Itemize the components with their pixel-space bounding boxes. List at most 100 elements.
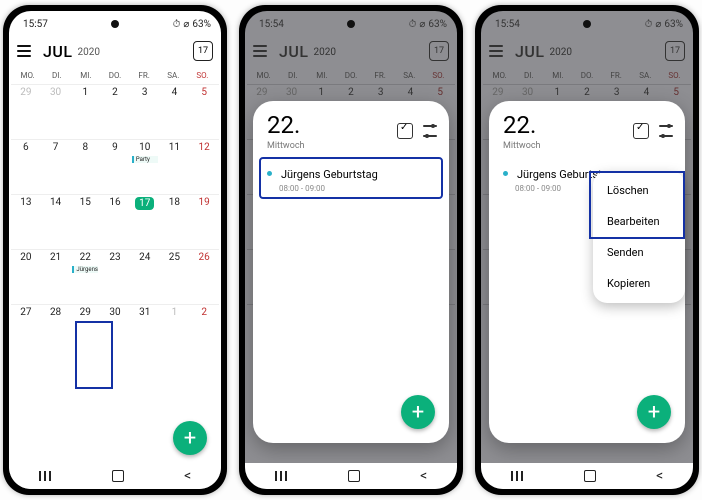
day-cell[interactable]: 8	[70, 139, 100, 194]
day-cell[interactable]: 6	[11, 139, 41, 194]
detail-dow: Mittwoch	[253, 141, 449, 153]
day-cell[interactable]: 14	[41, 194, 71, 249]
detail-day-number: 22.	[503, 111, 536, 139]
day-cell[interactable]: 18	[160, 194, 190, 249]
detail-day-number: 22.	[267, 111, 300, 139]
day-cell[interactable]: 27	[11, 304, 41, 359]
day-cell[interactable]: 1	[70, 84, 100, 139]
day-cell[interactable]: 5	[189, 84, 219, 139]
event-time: 08:00 - 09:00	[279, 184, 435, 193]
recents-icon[interactable]	[511, 471, 525, 481]
day-cell[interactable]: 29	[70, 304, 100, 359]
recents-icon[interactable]	[275, 471, 289, 481]
mute-icon: ⌀	[655, 19, 661, 30]
header-month[interactable]: JUL	[43, 42, 73, 61]
menu-item-senden[interactable]: Senden	[593, 237, 685, 268]
note-icon[interactable]	[397, 123, 413, 139]
menu-item-kopieren[interactable]: Kopieren	[593, 268, 685, 299]
day-cell[interactable]: 10Party	[130, 139, 160, 194]
dow-label: MI.	[543, 71, 572, 80]
day-cell[interactable]: 31	[130, 304, 160, 359]
dow-label: MO.	[13, 71, 42, 80]
context-menu: LöschenBearbeitenSendenKopieren	[593, 171, 685, 303]
camera-hole	[111, 20, 119, 28]
dow-label: SA.	[159, 71, 188, 80]
event-row[interactable]: Jürgens Geburtstag 08:00 - 09:00	[261, 159, 441, 197]
dow-label: FR.	[602, 71, 631, 80]
menu-icon[interactable]	[17, 45, 31, 57]
add-event-fab[interactable]: +	[637, 395, 671, 429]
dow-row: MO.DI.MI.DO.FR.SA.SO.	[245, 65, 457, 84]
camera-hole	[583, 20, 591, 28]
day-cell[interactable]: 11	[160, 139, 190, 194]
event-color-dot	[267, 171, 272, 176]
day-cell[interactable]: 2	[100, 84, 130, 139]
day-cell[interactable]: 21	[41, 249, 71, 304]
day-cell[interactable]: 22Jürgens Ge	[70, 249, 100, 304]
day-detail-card: 22. Mittwoch Jürgens Geburtstag 08:00 - …	[489, 101, 685, 443]
back-icon[interactable]: <	[184, 468, 191, 484]
status-time: 15:54	[495, 19, 520, 30]
day-cell[interactable]: 25	[160, 249, 190, 304]
mute-icon: ⌀	[419, 19, 425, 30]
home-icon[interactable]	[584, 470, 596, 482]
dow-label: DO.	[572, 71, 601, 80]
detail-dow: Mittwoch	[489, 141, 685, 153]
home-icon[interactable]	[348, 470, 360, 482]
camera-hole	[347, 20, 355, 28]
day-cell[interactable]: 1	[160, 304, 190, 359]
header-year: 2020	[314, 45, 336, 58]
dow-label: MO.	[485, 71, 514, 80]
event-chip: Party	[132, 156, 158, 163]
header-month: JUL	[515, 42, 545, 61]
today-icon[interactable]: 17	[429, 41, 449, 61]
day-cell[interactable]: 30	[41, 84, 71, 139]
recents-icon[interactable]	[39, 471, 53, 481]
android-nav: <	[481, 463, 693, 489]
dow-row: MO.DI.MI.DO.FR.SA.SO.	[481, 65, 693, 84]
menu-icon[interactable]	[489, 45, 503, 57]
day-cell[interactable]: 19	[189, 194, 219, 249]
menu-item-löschen[interactable]: Löschen	[593, 175, 685, 206]
settings-icon[interactable]	[659, 125, 673, 137]
day-cell[interactable]: 3	[130, 84, 160, 139]
plus-icon: +	[648, 400, 660, 425]
menu-icon[interactable]	[253, 45, 267, 57]
settings-icon[interactable]	[423, 125, 437, 137]
dow-label: MI.	[71, 71, 100, 80]
back-icon[interactable]: <	[420, 468, 427, 484]
add-event-fab[interactable]: +	[173, 421, 207, 455]
day-cell[interactable]: 26	[189, 249, 219, 304]
menu-item-bearbeiten[interactable]: Bearbeiten	[593, 206, 685, 237]
month-grid[interactable]: 293012345678910Party11121314151617181920…	[9, 84, 221, 359]
day-cell[interactable]: 12	[189, 139, 219, 194]
day-cell[interactable]: 24	[130, 249, 160, 304]
dow-label: SO.	[660, 71, 689, 80]
day-cell[interactable]: 20	[11, 249, 41, 304]
day-cell[interactable]: 15	[70, 194, 100, 249]
note-icon[interactable]	[633, 123, 649, 139]
day-cell[interactable]: 17	[130, 194, 160, 249]
day-cell[interactable]: 13	[11, 194, 41, 249]
day-cell[interactable]: 23	[100, 249, 130, 304]
home-icon[interactable]	[112, 470, 124, 482]
today-icon[interactable]: 17	[193, 41, 213, 61]
day-cell[interactable]: 4	[160, 84, 190, 139]
today-icon[interactable]: 17	[665, 41, 685, 61]
battery-text: 63%	[664, 19, 683, 30]
header-year: 2020	[550, 45, 572, 58]
day-cell[interactable]: 16	[100, 194, 130, 249]
day-cell[interactable]: 7	[41, 139, 71, 194]
day-cell[interactable]: 28	[41, 304, 71, 359]
back-icon[interactable]: <	[656, 468, 663, 484]
day-cell[interactable]: 30	[100, 304, 130, 359]
dow-label: DI.	[42, 71, 71, 80]
day-cell[interactable]: 29	[11, 84, 41, 139]
status-time: 15:57	[23, 19, 48, 30]
dow-label: DI.	[278, 71, 307, 80]
day-cell[interactable]: 2	[189, 304, 219, 359]
add-event-fab[interactable]: +	[401, 395, 435, 429]
day-cell[interactable]: 9	[100, 139, 130, 194]
dow-row: MO.DI.MI.DO.FR.SA.SO.	[9, 65, 221, 84]
alarm-icon: ⏱	[645, 19, 653, 30]
